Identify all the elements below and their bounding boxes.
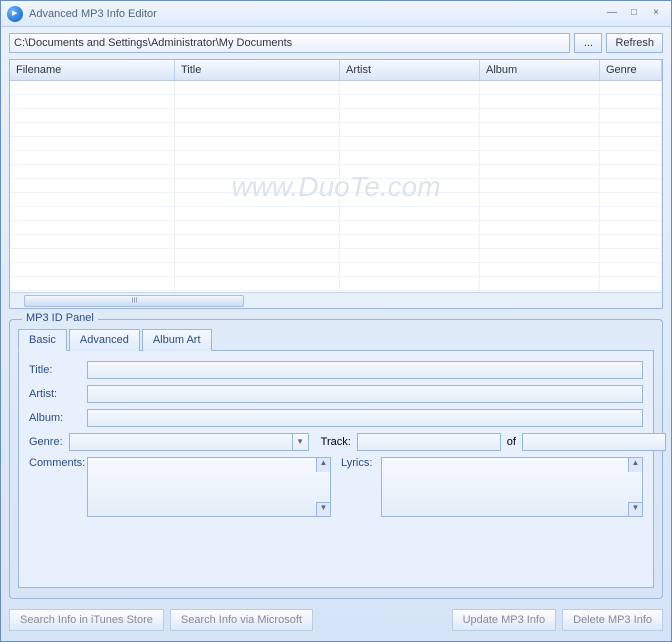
- close-button[interactable]: ×: [647, 5, 665, 23]
- minimize-button[interactable]: —: [603, 5, 621, 23]
- scrollbar-thumb[interactable]: [24, 295, 244, 307]
- file-table: Filename Title Artist Album Genre www.Du…: [9, 59, 663, 309]
- refresh-button[interactable]: Refresh: [606, 33, 663, 53]
- col-album[interactable]: Album: [480, 60, 600, 80]
- update-button[interactable]: Update MP3 Info: [452, 609, 557, 631]
- label-title: Title:: [29, 364, 81, 376]
- path-row: ... Refresh: [9, 33, 663, 53]
- label-artist: Artist:: [29, 388, 81, 400]
- content-area: ... Refresh Filename Title Artist Album …: [1, 27, 671, 641]
- lyrics-field[interactable]: ▲ ▼: [381, 457, 643, 517]
- album-field[interactable]: [87, 409, 643, 427]
- scroll-up-icon[interactable]: ▲: [628, 458, 642, 472]
- path-input[interactable]: [9, 33, 570, 53]
- artist-field[interactable]: [87, 385, 643, 403]
- col-genre[interactable]: Genre: [600, 60, 662, 80]
- scroll-up-icon[interactable]: ▲: [316, 458, 330, 472]
- search-itunes-button[interactable]: Search Info in iTunes Store: [9, 609, 164, 631]
- col-filename[interactable]: Filename: [10, 60, 175, 80]
- tab-basic[interactable]: Basic: [18, 329, 67, 351]
- horizontal-scrollbar[interactable]: [10, 292, 662, 308]
- genre-combo[interactable]: ▼: [69, 433, 309, 451]
- maximize-button[interactable]: □: [625, 5, 643, 23]
- window-title: Advanced MP3 Info Editor: [29, 8, 599, 20]
- label-genre: Genre:: [29, 436, 63, 448]
- label-of: of: [507, 436, 516, 448]
- label-lyrics: Lyrics:: [341, 457, 381, 577]
- title-field[interactable]: [87, 361, 643, 379]
- bottom-bar: Search Info in iTunes Store Search Info …: [9, 603, 663, 631]
- col-artist[interactable]: Artist: [340, 60, 480, 80]
- tab-advanced[interactable]: Advanced: [69, 329, 140, 351]
- chevron-down-icon[interactable]: ▼: [292, 434, 308, 450]
- col-title[interactable]: Title: [175, 60, 340, 80]
- label-album: Album:: [29, 412, 81, 424]
- panel-legend: MP3 ID Panel: [22, 312, 98, 324]
- label-comments: Comments:: [29, 457, 87, 577]
- tabs: Basic Advanced Album Art: [18, 328, 654, 351]
- track-total-field[interactable]: [522, 433, 666, 451]
- track-field[interactable]: [357, 433, 501, 451]
- id-panel: MP3 ID Panel Basic Advanced Album Art Ti…: [9, 319, 663, 599]
- delete-button[interactable]: Delete MP3 Info: [562, 609, 663, 631]
- titlebar: Advanced MP3 Info Editor — □ ×: [1, 1, 671, 27]
- tab-album-art[interactable]: Album Art: [142, 329, 212, 351]
- table-header: Filename Title Artist Album Genre: [10, 60, 662, 81]
- tab-body: Title: Artist: Album: Genre: ▼: [18, 351, 654, 588]
- scroll-down-icon[interactable]: ▼: [316, 502, 330, 516]
- table-body: www.DuoTe.com: [10, 81, 662, 292]
- scroll-down-icon[interactable]: ▼: [628, 502, 642, 516]
- label-track: Track:: [321, 436, 351, 448]
- app-icon: [7, 6, 23, 22]
- browse-button[interactable]: ...: [574, 33, 602, 53]
- app-window: Advanced MP3 Info Editor — □ × ... Refre…: [0, 0, 672, 642]
- comments-field[interactable]: ▲ ▼: [87, 457, 331, 517]
- search-microsoft-button[interactable]: Search Info via Microsoft: [170, 609, 313, 631]
